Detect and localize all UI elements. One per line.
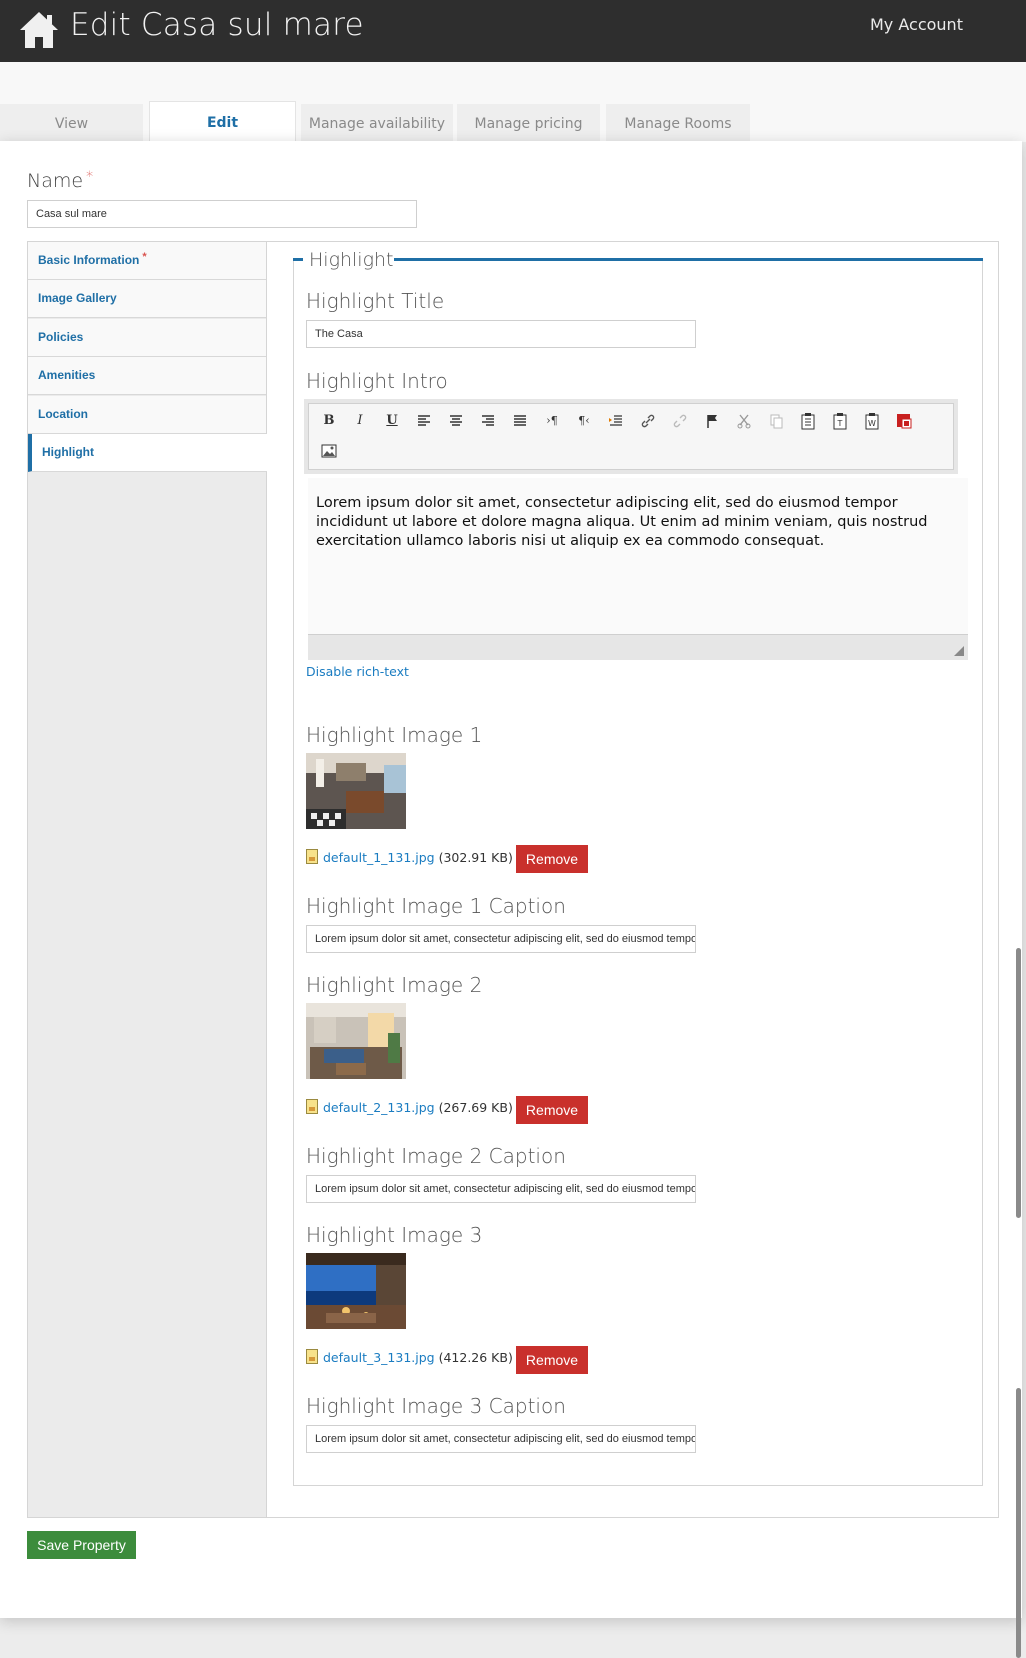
section-tab-image-gallery[interactable]: Image Gallery bbox=[28, 280, 266, 318]
legend-line-right bbox=[393, 258, 983, 261]
highlight-image-3-caption-label: Highlight Image 3 Caption bbox=[306, 1394, 566, 1418]
name-input[interactable]: Casa sul mare bbox=[27, 200, 417, 228]
highlight-image-1-caption-input[interactable]: Lorem ipsum dolor sit amet, consectetur … bbox=[306, 925, 696, 953]
align-right-icon[interactable] bbox=[478, 411, 498, 431]
svg-text:T: T bbox=[837, 419, 843, 428]
name-label-text: Name bbox=[27, 170, 84, 192]
justify-icon[interactable] bbox=[510, 411, 530, 431]
paste-word-icon[interactable]: W bbox=[862, 411, 882, 431]
highlight-image-1-file: default_1_131.jpg (302.91 KB) bbox=[306, 846, 513, 870]
required-marker: * bbox=[142, 251, 147, 263]
paste-text-icon[interactable]: T bbox=[830, 411, 850, 431]
page-title: Edit Casa sul mare bbox=[70, 7, 364, 43]
highlight-title-input[interactable]: The Casa bbox=[306, 320, 696, 348]
highlight-image-2-label: Highlight Image 2 bbox=[306, 973, 483, 997]
link-icon[interactable] bbox=[638, 411, 658, 431]
highlight-image-3-file: default_3_131.jpg (412.26 KB) bbox=[306, 1346, 513, 1370]
rte-toolbar: B I U ›¶ ¶‹ T W bbox=[308, 403, 954, 470]
section-tab-basic-information[interactable]: Basic Information * bbox=[28, 242, 266, 280]
my-account-link[interactable]: My Account bbox=[870, 15, 963, 34]
picture-icon[interactable] bbox=[319, 441, 339, 461]
section-tab-label: Basic Information bbox=[38, 253, 140, 267]
section-tab-amenities[interactable]: Amenities bbox=[28, 357, 266, 395]
image-file-icon bbox=[306, 1099, 318, 1114]
highlight-image-3-caption-input[interactable]: Lorem ipsum dolor sit amet, consectetur … bbox=[306, 1425, 696, 1453]
file-size: (267.69 KB) bbox=[438, 1100, 513, 1115]
copy-icon[interactable] bbox=[766, 411, 786, 431]
paste-icon[interactable] bbox=[798, 411, 818, 431]
scrollbar-thumb[interactable] bbox=[1016, 948, 1021, 1218]
rtl-icon[interactable]: ¶‹ bbox=[574, 411, 594, 431]
remove-image-2-button[interactable]: Remove bbox=[516, 1096, 588, 1124]
tab-edit[interactable]: Edit bbox=[149, 101, 296, 142]
section-tab-highlight[interactable]: Highlight bbox=[28, 434, 267, 472]
file-size: (302.91 KB) bbox=[438, 850, 513, 865]
top-bar: Edit Casa sul mare My Account bbox=[0, 0, 1026, 62]
highlight-image-2-file: default_2_131.jpg (267.69 KB) bbox=[306, 1096, 513, 1120]
save-property-button[interactable]: Save Property bbox=[27, 1531, 136, 1559]
unlink-icon[interactable] bbox=[670, 411, 690, 431]
required-marker: * bbox=[86, 169, 94, 185]
highlight-image-2-thumbnail bbox=[306, 1003, 406, 1079]
bold-icon[interactable]: B bbox=[319, 411, 339, 431]
highlight-image-1-label: Highlight Image 1 bbox=[306, 723, 483, 747]
italic-icon[interactable]: I bbox=[350, 411, 370, 431]
section-tab-location[interactable]: Location bbox=[28, 396, 266, 434]
image-icon[interactable] bbox=[894, 411, 914, 431]
anchor-flag-icon[interactable] bbox=[702, 411, 722, 431]
fieldset-legend: Highlight bbox=[308, 249, 395, 271]
tab-manage-rooms[interactable]: Manage Rooms bbox=[606, 104, 750, 142]
highlight-intro-label: Highlight Intro bbox=[306, 369, 448, 393]
highlight-image-2-caption-input[interactable]: Lorem ipsum dolor sit amet, consectetur … bbox=[306, 1175, 696, 1203]
remove-image-3-button[interactable]: Remove bbox=[516, 1346, 588, 1374]
file-link[interactable]: default_2_131.jpg bbox=[323, 1100, 435, 1115]
section-tab-policies[interactable]: Policies bbox=[28, 319, 266, 357]
align-left-icon[interactable] bbox=[414, 411, 434, 431]
disable-rich-text-link[interactable]: Disable rich-text bbox=[306, 664, 409, 679]
file-link[interactable]: default_1_131.jpg bbox=[323, 850, 435, 865]
image-file-icon bbox=[306, 849, 318, 864]
file-link[interactable]: default_3_131.jpg bbox=[323, 1350, 435, 1365]
highlight-image-3-label: Highlight Image 3 bbox=[306, 1223, 483, 1247]
highlight-image-2-caption-label: Highlight Image 2 Caption bbox=[306, 1144, 566, 1168]
tab-manage-availability[interactable]: Manage availability bbox=[301, 104, 453, 142]
highlight-image-1-thumbnail bbox=[306, 753, 406, 829]
scrollbar-thumb-lower[interactable] bbox=[1016, 1388, 1021, 1658]
highlight-title-label: Highlight Title bbox=[306, 289, 445, 313]
underline-icon[interactable]: U bbox=[382, 411, 402, 431]
indent-icon[interactable] bbox=[606, 411, 626, 431]
name-label: Name * bbox=[27, 169, 94, 192]
file-size: (412.26 KB) bbox=[438, 1350, 513, 1365]
image-file-icon bbox=[306, 1349, 318, 1364]
remove-image-1-button[interactable]: Remove bbox=[516, 845, 588, 873]
tab-manage-pricing[interactable]: Manage pricing bbox=[457, 104, 600, 142]
section-tabs: Basic Information * Image Gallery Policie… bbox=[27, 241, 267, 1518]
highlight-image-3-thumbnail bbox=[306, 1253, 406, 1329]
svg-text:W: W bbox=[868, 419, 876, 428]
highlight-image-1-caption-label: Highlight Image 1 Caption bbox=[306, 894, 566, 918]
rte-editor-body[interactable]: Lorem ipsum dolor sit amet, consectetur … bbox=[308, 478, 968, 634]
ltr-icon[interactable]: ›¶ bbox=[542, 411, 562, 431]
resize-grip-icon[interactable] bbox=[954, 646, 964, 656]
rte-status-bar bbox=[308, 634, 968, 660]
legend-line-left bbox=[293, 258, 303, 261]
home-icon[interactable] bbox=[18, 10, 60, 50]
align-center-icon[interactable] bbox=[446, 411, 466, 431]
cut-icon[interactable] bbox=[734, 411, 754, 431]
tab-view[interactable]: View bbox=[0, 104, 143, 142]
